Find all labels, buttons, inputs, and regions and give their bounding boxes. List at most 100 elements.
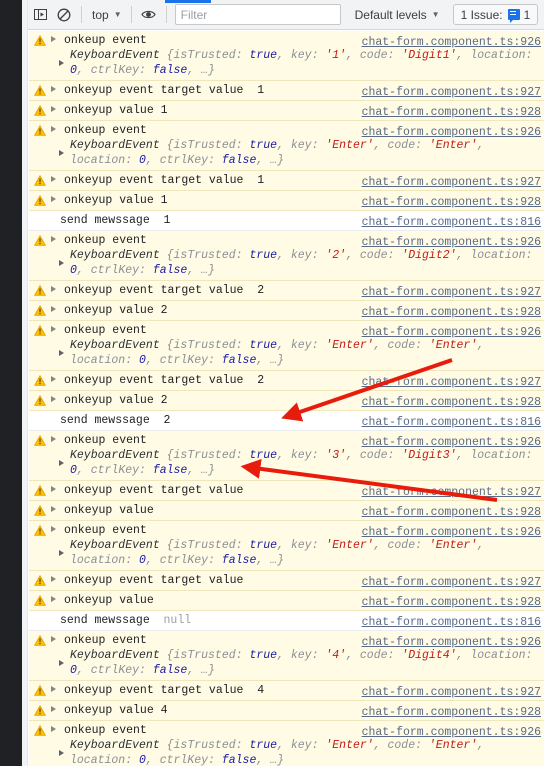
filter-input[interactable]	[174, 4, 341, 25]
console-message-list[interactable]: onkeup event chat-form.component.ts:926 Ke…	[29, 31, 544, 766]
source-link[interactable]: chat-form.component.ts:928	[362, 195, 541, 210]
object-token: 0	[70, 464, 77, 477]
source-link[interactable]: chat-form.component.ts:927	[362, 175, 541, 190]
source-link[interactable]: chat-form.component.ts:928	[362, 395, 541, 410]
console-message-row[interactable]: onkeyup event target value 2 chat-form.co…	[29, 281, 544, 301]
console-message-row[interactable]: onkeyup value chat-form.component.ts:928	[29, 591, 544, 611]
source-link[interactable]: chat-form.component.ts:928	[362, 705, 541, 720]
object-expand-arrow-icon[interactable]	[59, 749, 64, 756]
console-message-row[interactable]: onkeyup value 1 chat-form.component.ts:92…	[29, 101, 544, 121]
object-token: {isTrusted:	[166, 539, 250, 552]
clear-console-button[interactable]	[52, 4, 76, 26]
devtools-console-panel: top ▼ Default levels ▼ 1 Issue: 1 onkeup…	[0, 0, 544, 766]
object-expand-arrow-icon[interactable]	[59, 259, 64, 266]
console-object-preview[interactable]: KeyboardEvent {isTrusted: true, key: 'En…	[59, 538, 538, 568]
expand-arrow-icon[interactable]	[51, 326, 56, 332]
object-expand-arrow-icon[interactable]	[59, 549, 64, 556]
sidebar-toggle-button[interactable]	[28, 4, 52, 26]
source-link[interactable]: chat-form.component.ts:927	[362, 485, 541, 500]
warning-icon	[34, 575, 46, 586]
expand-arrow-icon[interactable]	[51, 726, 56, 732]
console-message-row[interactable]: send mewssage 1 chat-form.component.ts:81…	[29, 211, 544, 231]
console-message-row[interactable]: onkeup event chat-form.component.ts:926 Ke…	[29, 31, 544, 81]
console-message-row[interactable]: onkeyup event target value 1 chat-form.co…	[29, 171, 544, 191]
expand-arrow-icon[interactable]	[51, 286, 56, 292]
expand-arrow-icon[interactable]	[51, 376, 56, 382]
console-object-preview[interactable]: KeyboardEvent {isTrusted: true, key: '2'…	[59, 248, 538, 278]
object-token: 'Enter'	[325, 139, 374, 152]
console-object-preview[interactable]: KeyboardEvent {isTrusted: true, key: 'En…	[59, 138, 538, 168]
expand-arrow-icon[interactable]	[51, 86, 56, 92]
source-link[interactable]: chat-form.component.ts:816	[362, 415, 541, 430]
warning-icon	[34, 595, 46, 606]
expand-arrow-icon[interactable]	[51, 706, 56, 712]
source-link[interactable]: chat-form.component.ts:927	[362, 575, 541, 590]
expand-arrow-icon[interactable]	[51, 176, 56, 182]
source-link[interactable]: chat-form.component.ts:927	[362, 375, 541, 390]
expand-arrow-icon[interactable]	[51, 36, 56, 42]
console-message-row[interactable]: onkeyup value 1 chat-form.component.ts:92…	[29, 191, 544, 211]
source-link[interactable]: chat-form.component.ts:927	[362, 85, 541, 100]
expand-arrow-icon[interactable]	[51, 486, 56, 492]
console-message-row[interactable]: onkeup event chat-form.component.ts:926 Ke…	[29, 231, 544, 281]
expand-arrow-icon[interactable]	[51, 106, 56, 112]
console-message-row[interactable]: onkeup event chat-form.component.ts:926 Ke…	[29, 121, 544, 171]
console-message-row[interactable]: send mewssage 2 chat-form.component.ts:81…	[29, 411, 544, 431]
console-message-row[interactable]: onkeup event chat-form.component.ts:926 Ke…	[29, 631, 544, 681]
live-expression-button[interactable]	[137, 4, 161, 26]
expand-arrow-icon[interactable]	[51, 196, 56, 202]
object-expand-arrow-icon[interactable]	[59, 349, 64, 356]
execution-context-selector[interactable]: top ▼	[87, 4, 126, 26]
console-message-text: onkeyup value 1	[64, 104, 168, 117]
console-message-row[interactable]: onkeup event chat-form.component.ts:926 Ke…	[29, 321, 544, 371]
console-message-row[interactable]: onkeup event chat-form.component.ts:926 Ke…	[29, 521, 544, 571]
console-object-preview[interactable]: KeyboardEvent {isTrusted: true, key: '4'…	[59, 648, 538, 678]
expand-arrow-icon[interactable]	[51, 686, 56, 692]
chevron-down-icon: ▼	[431, 9, 440, 19]
source-link[interactable]: chat-form.component.ts:816	[362, 215, 541, 230]
expand-arrow-icon[interactable]	[51, 306, 56, 312]
log-levels-selector[interactable]: Default levels ▼	[351, 4, 444, 26]
source-link[interactable]: chat-form.component.ts:928	[362, 505, 541, 520]
source-link[interactable]: chat-form.component.ts:927	[362, 685, 541, 700]
object-expand-arrow-icon[interactable]	[59, 149, 64, 156]
object-token: , code:	[346, 649, 402, 662]
expand-arrow-icon[interactable]	[51, 436, 56, 442]
expand-arrow-icon[interactable]	[51, 636, 56, 642]
console-message-row[interactable]: onkeyup value 2 chat-form.component.ts:92…	[29, 301, 544, 321]
console-message-row[interactable]: onkeup event chat-form.component.ts:926 Ke…	[29, 721, 544, 766]
source-link[interactable]: chat-form.component.ts:928	[362, 305, 541, 320]
console-object-preview[interactable]: KeyboardEvent {isTrusted: true, key: 'En…	[59, 338, 538, 368]
source-link[interactable]: chat-form.component.ts:928	[362, 105, 541, 120]
console-message-row[interactable]: onkeyup event target value 2 chat-form.co…	[29, 371, 544, 391]
expand-arrow-icon[interactable]	[51, 576, 56, 582]
console-message-row[interactable]: send mewssage null chat-form.component.ts…	[29, 611, 544, 631]
console-object-preview[interactable]: KeyboardEvent {isTrusted: true, key: '1'…	[59, 48, 538, 78]
source-link[interactable]: chat-form.component.ts:816	[362, 615, 541, 630]
object-token: false	[152, 464, 188, 477]
expand-arrow-icon[interactable]	[51, 236, 56, 242]
source-link[interactable]: chat-form.component.ts:927	[362, 285, 541, 300]
object-token: false	[221, 154, 257, 167]
console-message-row[interactable]: onkeyup value 4 chat-form.component.ts:92…	[29, 701, 544, 721]
console-message-row[interactable]: onkeyup event target value chat-form.comp…	[29, 481, 544, 501]
expand-arrow-icon[interactable]	[51, 396, 56, 402]
expand-arrow-icon[interactable]	[51, 596, 56, 602]
console-message-row[interactable]: onkeyup value 2 chat-form.component.ts:92…	[29, 391, 544, 411]
issues-button[interactable]: 1 Issue: 1	[452, 4, 539, 25]
console-message-row[interactable]: onkeup event chat-form.component.ts:926 Ke…	[29, 431, 544, 481]
object-expand-arrow-icon[interactable]	[59, 459, 64, 466]
object-expand-arrow-icon[interactable]	[59, 59, 64, 66]
expand-arrow-icon[interactable]	[51, 126, 56, 132]
object-expand-arrow-icon[interactable]	[59, 659, 64, 666]
source-link[interactable]: chat-form.component.ts:928	[362, 595, 541, 610]
console-object-preview[interactable]: KeyboardEvent {isTrusted: true, key: '3'…	[59, 448, 538, 478]
console-message-header: send mewssage null chat-form.component.ts…	[29, 613, 544, 630]
expand-arrow-icon[interactable]	[51, 506, 56, 512]
console-message-row[interactable]: onkeyup value chat-form.component.ts:928	[29, 501, 544, 521]
console-message-row[interactable]: onkeyup event target value chat-form.comp…	[29, 571, 544, 591]
expand-arrow-icon[interactable]	[51, 526, 56, 532]
console-object-preview[interactable]: KeyboardEvent {isTrusted: true, key: 'En…	[59, 738, 538, 766]
console-message-row[interactable]: onkeyup event target value 1 chat-form.co…	[29, 81, 544, 101]
console-message-row[interactable]: onkeyup event target value 4 chat-form.co…	[29, 681, 544, 701]
